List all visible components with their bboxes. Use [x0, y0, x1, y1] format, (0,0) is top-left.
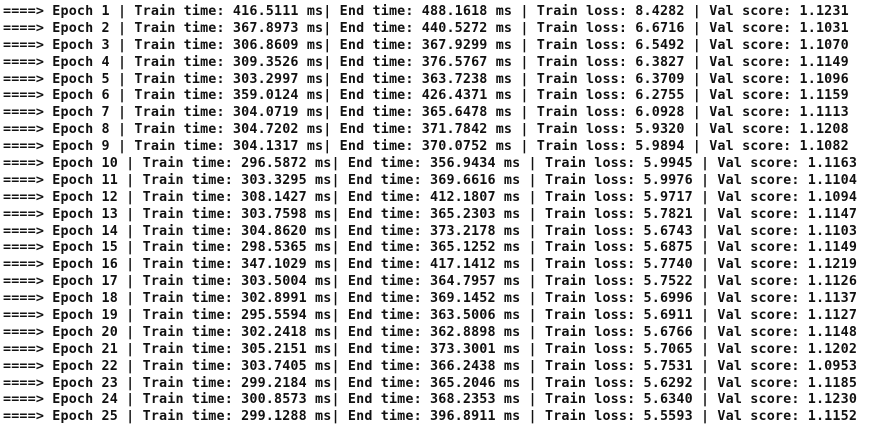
log-line-epoch-6: ====> Epoch 6 | Train time: 359.0124 ms|…: [3, 88, 849, 104]
log-line-epoch-12: ====> Epoch 12 | Train time: 308.1427 ms…: [3, 189, 858, 205]
log-line-epoch-24: ====> Epoch 24 | Train time: 300.8573 ms…: [3, 392, 858, 408]
log-line-epoch-3: ====> Epoch 3 | Train time: 306.8609 ms|…: [3, 37, 849, 53]
log-line-epoch-23: ====> Epoch 23 | Train time: 299.2184 ms…: [3, 375, 858, 391]
log-line-epoch-21: ====> Epoch 21 | Train time: 305.2151 ms…: [3, 341, 858, 357]
log-line-epoch-2: ====> Epoch 2 | Train time: 367.8973 ms|…: [3, 20, 849, 36]
log-line-epoch-17: ====> Epoch 17 | Train time: 303.5004 ms…: [3, 274, 858, 290]
log-line-epoch-22: ====> Epoch 22 | Train time: 303.7405 ms…: [3, 358, 858, 374]
log-line-epoch-1: ====> Epoch 1 | Train time: 416.5111 ms|…: [3, 4, 849, 19]
log-line-epoch-14: ====> Epoch 14 | Train time: 304.8620 ms…: [3, 223, 858, 239]
log-line-epoch-18: ====> Epoch 18 | Train time: 302.8991 ms…: [3, 291, 858, 307]
log-line-epoch-25: ====> Epoch 25 | Train time: 299.1288 ms…: [3, 409, 858, 425]
log-line-epoch-16: ====> Epoch 16 | Train time: 347.1029 ms…: [3, 257, 858, 273]
log-line-epoch-11: ====> Epoch 11 | Train time: 303.3295 ms…: [3, 172, 858, 188]
log-line-epoch-20: ====> Epoch 20 | Train time: 302.2418 ms…: [3, 324, 858, 340]
log-line-epoch-7: ====> Epoch 7 | Train time: 304.0719 ms|…: [3, 105, 849, 121]
log-line-epoch-19: ====> Epoch 19 | Train time: 295.5594 ms…: [3, 308, 858, 324]
log-line-epoch-4: ====> Epoch 4 | Train time: 309.3526 ms|…: [3, 54, 849, 70]
log-line-epoch-8: ====> Epoch 8 | Train time: 304.7202 ms|…: [3, 122, 849, 138]
log-line-epoch-5: ====> Epoch 5 | Train time: 303.2997 ms|…: [3, 71, 849, 87]
log-line-epoch-15: ====> Epoch 15 | Train time: 298.5365 ms…: [3, 240, 858, 256]
log-line-epoch-9: ====> Epoch 9 | Train time: 304.1317 ms|…: [3, 139, 849, 155]
log-line-epoch-10: ====> Epoch 10 | Train time: 296.5872 ms…: [3, 156, 858, 172]
training-log-output: ====> Epoch 1 | Train time: 416.5111 ms|…: [3, 4, 884, 428]
log-line-epoch-13: ====> Epoch 13 | Train time: 303.7598 ms…: [3, 206, 858, 222]
